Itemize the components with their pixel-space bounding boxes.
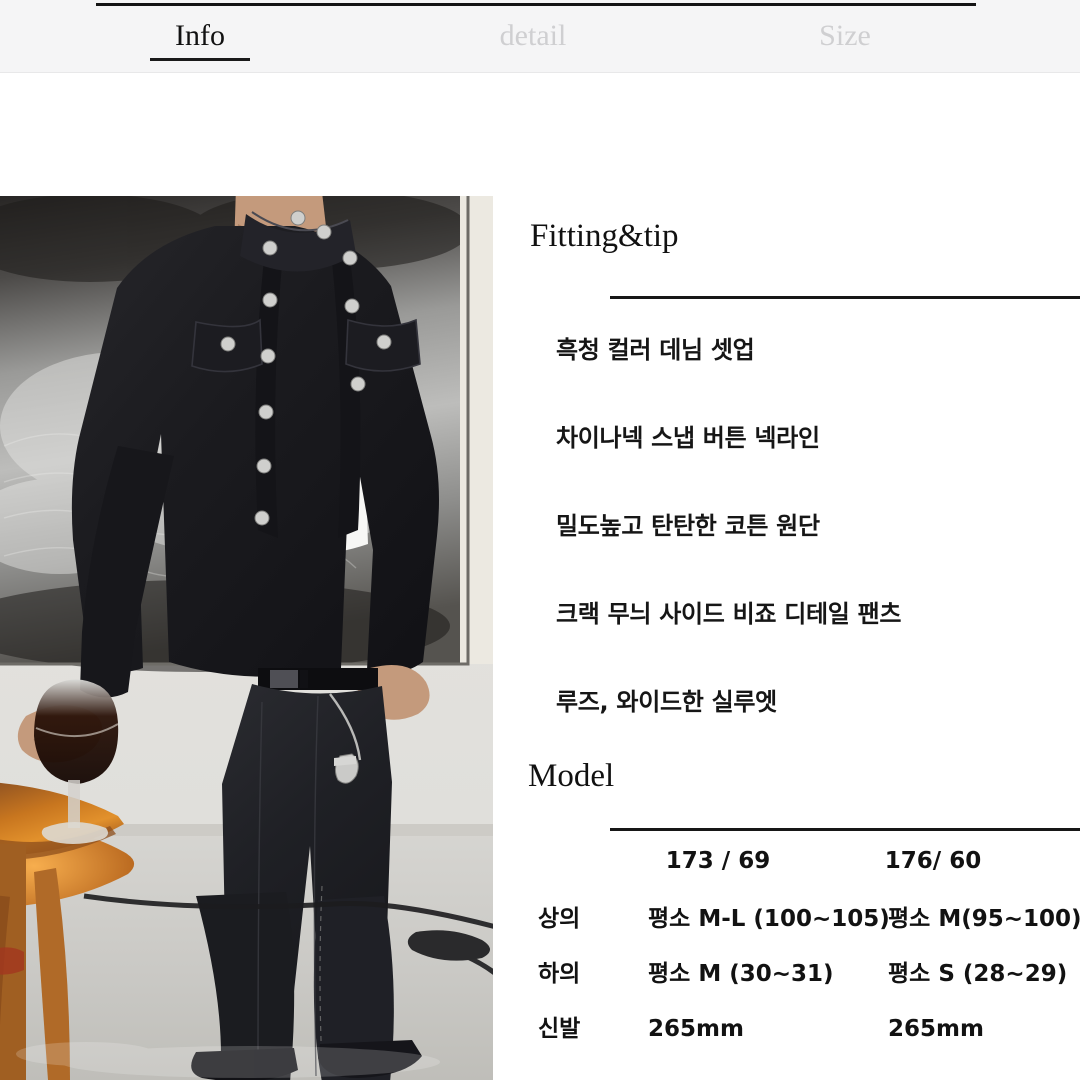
fitting-tip-item: 크랙 무늬 사이드 비죠 디테일 팬츠 <box>556 600 902 628</box>
model-column-header: 176/ 60 <box>884 848 982 874</box>
table-row-label: 하의 <box>538 961 581 987</box>
table-cell: 265mm <box>648 1016 744 1042</box>
tab-size[interactable]: Size <box>780 18 910 54</box>
tab-active-underline <box>150 58 250 61</box>
fitting-tip-divider <box>610 296 1080 299</box>
product-model-photo[interactable] <box>0 196 493 1080</box>
table-cell: 평소 M (30~31) <box>648 961 834 987</box>
table-cell: 평소 M-L (100~105) <box>648 906 890 932</box>
fitting-tip-heading: Fitting&tip <box>530 218 679 254</box>
fitting-tip-item: 루즈, 와이드한 실루엣 <box>556 688 777 716</box>
tab-size-label: Size <box>819 19 871 52</box>
photo-illustration <box>0 196 493 1080</box>
tab-detail-label: detail <box>499 19 567 52</box>
table-row-label: 신발 <box>538 1016 581 1042</box>
product-detail-page: Info detail Size Fitting&tip 흑청 컬러 데님 셋업… <box>0 0 1080 1080</box>
table-row-label: 상의 <box>538 906 581 932</box>
table-cell: 평소 M(95~100) <box>888 906 1080 932</box>
table-cell: 265mm <box>888 1016 984 1042</box>
table-cell: 평소 S (28~29) <box>888 961 1068 987</box>
tab-info-label: Info <box>175 19 225 52</box>
product-info-column: Fitting&tip 흑청 컬러 데님 셋업 차이나넥 스냅 버튼 넥라인 밀… <box>493 196 1080 1080</box>
model-heading: Model <box>528 758 615 794</box>
product-tab-bar: Info detail Size <box>0 0 1080 73</box>
fitting-tip-item: 차이나넥 스냅 버튼 넥라인 <box>556 424 820 452</box>
tabbar-top-rule <box>96 3 976 6</box>
tab-info[interactable]: Info <box>135 18 265 61</box>
tab-detail[interactable]: detail <box>458 18 608 54</box>
fitting-tip-item: 흑청 컬러 데님 셋업 <box>556 336 755 364</box>
model-divider <box>610 828 1080 831</box>
fitting-tip-item: 밀도높고 탄탄한 코튼 원단 <box>556 512 820 540</box>
model-column-header: 173 / 69 <box>665 848 771 874</box>
